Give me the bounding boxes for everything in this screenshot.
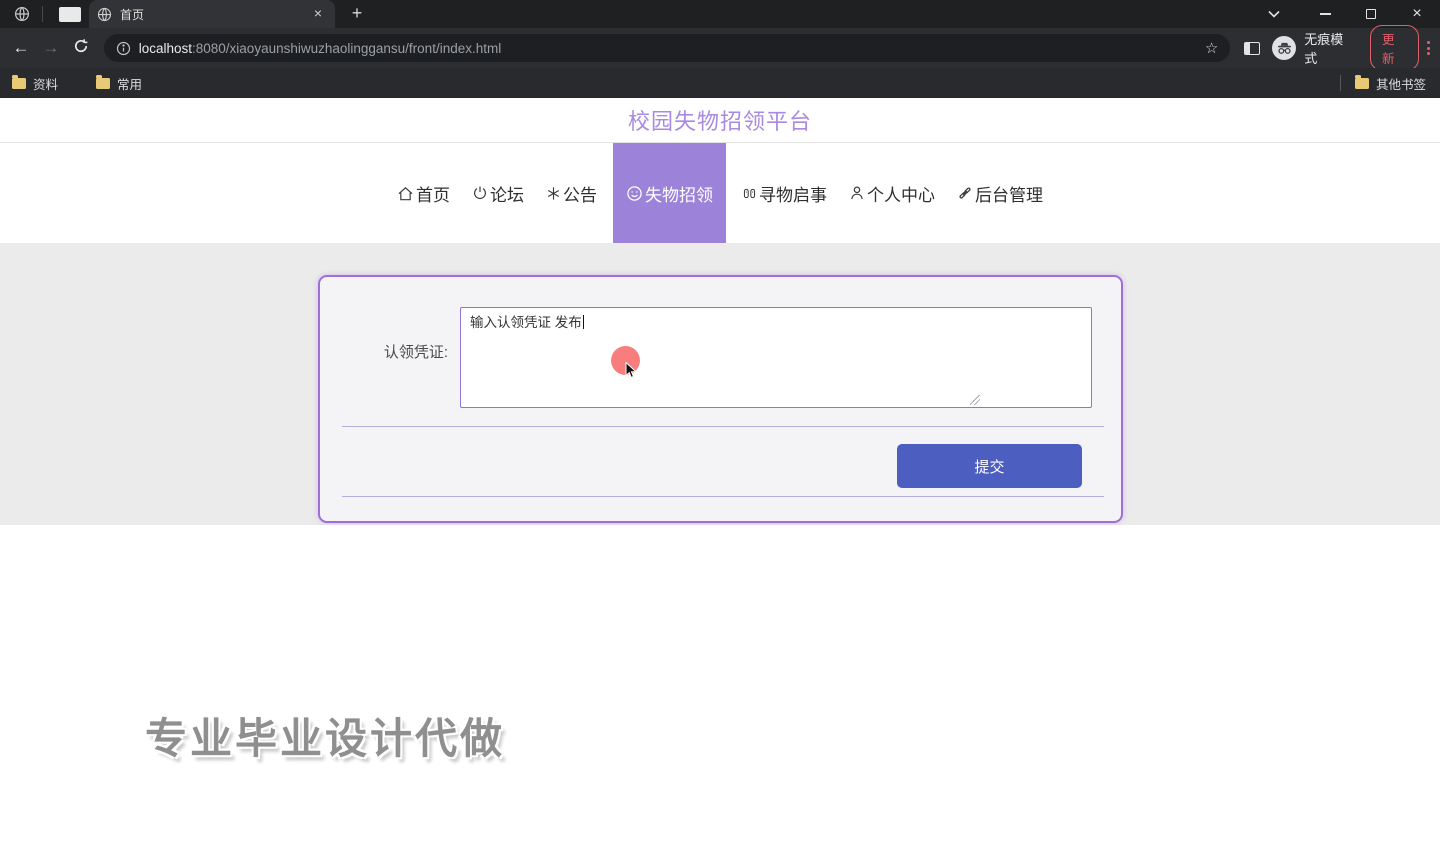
new-tab-button[interactable]: + xyxy=(343,0,371,28)
close-button[interactable]: × xyxy=(1394,0,1440,28)
minimize-button[interactable] xyxy=(1302,0,1348,28)
claim-form-panel: 认领凭证: 输入认领凭证 发布 提交 xyxy=(318,275,1123,523)
content-band: 认领凭证: 输入认领凭证 发布 提交 xyxy=(0,243,1440,525)
window-icon[interactable] xyxy=(59,7,81,22)
folder-icon xyxy=(96,78,110,89)
side-panel-icon[interactable] xyxy=(1244,42,1260,55)
nav-item-admin[interactable]: 后台管理 xyxy=(957,143,1043,244)
nav-item-announcements[interactable]: 公告 xyxy=(546,143,597,244)
nav-item-home[interactable]: 首页 xyxy=(397,143,450,244)
mouse-cursor-icon xyxy=(625,362,639,385)
update-button[interactable]: 更新 xyxy=(1370,25,1419,71)
globe-favicon-icon xyxy=(97,7,112,22)
claim-voucher-textarea[interactable]: 输入认领凭证 发布 xyxy=(460,307,1092,408)
browser-toolbar: ← → localhost:8080/xiaoyaunshiwuzhaoling… xyxy=(0,28,1440,68)
bookmark-star-icon[interactable]: ☆ xyxy=(1205,39,1218,57)
person-icon xyxy=(849,185,865,201)
binoculars-icon xyxy=(742,186,757,201)
main-nav: 首页 论坛 公告 失物招领 寻物启事 个人中心 xyxy=(0,142,1440,243)
browser-tab-strip: 首页 × + × xyxy=(0,0,1440,28)
smiley-icon xyxy=(626,185,643,202)
tab-title: 首页 xyxy=(120,6,309,23)
nav-item-personal-center[interactable]: 个人中心 xyxy=(849,143,935,244)
info-icon[interactable] xyxy=(116,41,131,56)
incognito-indicator: 无痕模式 xyxy=(1272,29,1366,67)
text-caret xyxy=(583,315,584,329)
menu-dots-icon[interactable] xyxy=(1427,41,1430,55)
browser-logo-icon xyxy=(14,6,30,22)
lower-body: 专业毕业设计代做 xyxy=(0,525,1440,864)
bookmark-folder-changyong[interactable]: 常用 xyxy=(96,74,142,93)
claim-voucher-label: 认领凭证: xyxy=(352,341,448,362)
incognito-icon xyxy=(1272,36,1296,60)
divider xyxy=(342,426,1104,427)
back-icon[interactable]: ← xyxy=(6,38,36,58)
divider xyxy=(1340,75,1341,91)
submit-button[interactable]: 提交 xyxy=(897,444,1082,488)
resize-handle-icon[interactable] xyxy=(970,395,980,405)
reload-icon[interactable] xyxy=(66,38,96,59)
folder-icon xyxy=(1355,78,1369,89)
incognito-label: 无痕模式 xyxy=(1304,29,1356,67)
browser-tab[interactable]: 首页 × xyxy=(89,0,335,28)
url-text: localhost:8080/xiaoyaunshiwuzhaolinggans… xyxy=(139,41,1197,56)
link-icon xyxy=(957,185,973,201)
power-icon xyxy=(472,185,488,201)
nav-item-lost-and-found[interactable]: 失物招领 xyxy=(613,143,726,244)
page-title: 校园失物招领平台 xyxy=(628,104,812,136)
tab-close-icon[interactable]: × xyxy=(309,5,327,23)
divider xyxy=(42,6,43,22)
forward-icon[interactable]: → xyxy=(36,38,66,58)
nav-item-forum[interactable]: 论坛 xyxy=(472,143,524,244)
other-bookmarks[interactable]: 其他书签 xyxy=(1340,74,1426,93)
title-band: 校园失物招领平台 xyxy=(0,98,1440,142)
divider xyxy=(342,496,1104,497)
folder-icon xyxy=(12,78,26,89)
maximize-button[interactable] xyxy=(1348,0,1394,28)
web-page: 校园失物招领平台 首页 论坛 公告 失物招领 寻物启事 xyxy=(0,98,1440,864)
bookmarks-bar: 资料 常用 其他书签 xyxy=(0,68,1440,98)
watermark-text: 专业毕业设计代做 xyxy=(145,705,505,766)
home-icon xyxy=(397,185,414,202)
bookmark-folder-ziliao[interactable]: 资料 xyxy=(12,74,58,93)
address-bar[interactable]: localhost:8080/xiaoyaunshiwuzhaolinggans… xyxy=(104,34,1231,62)
asterisk-icon xyxy=(546,186,561,201)
nav-item-lost-item-notices[interactable]: 寻物启事 xyxy=(742,143,827,244)
chevron-down-icon[interactable] xyxy=(1256,0,1292,28)
